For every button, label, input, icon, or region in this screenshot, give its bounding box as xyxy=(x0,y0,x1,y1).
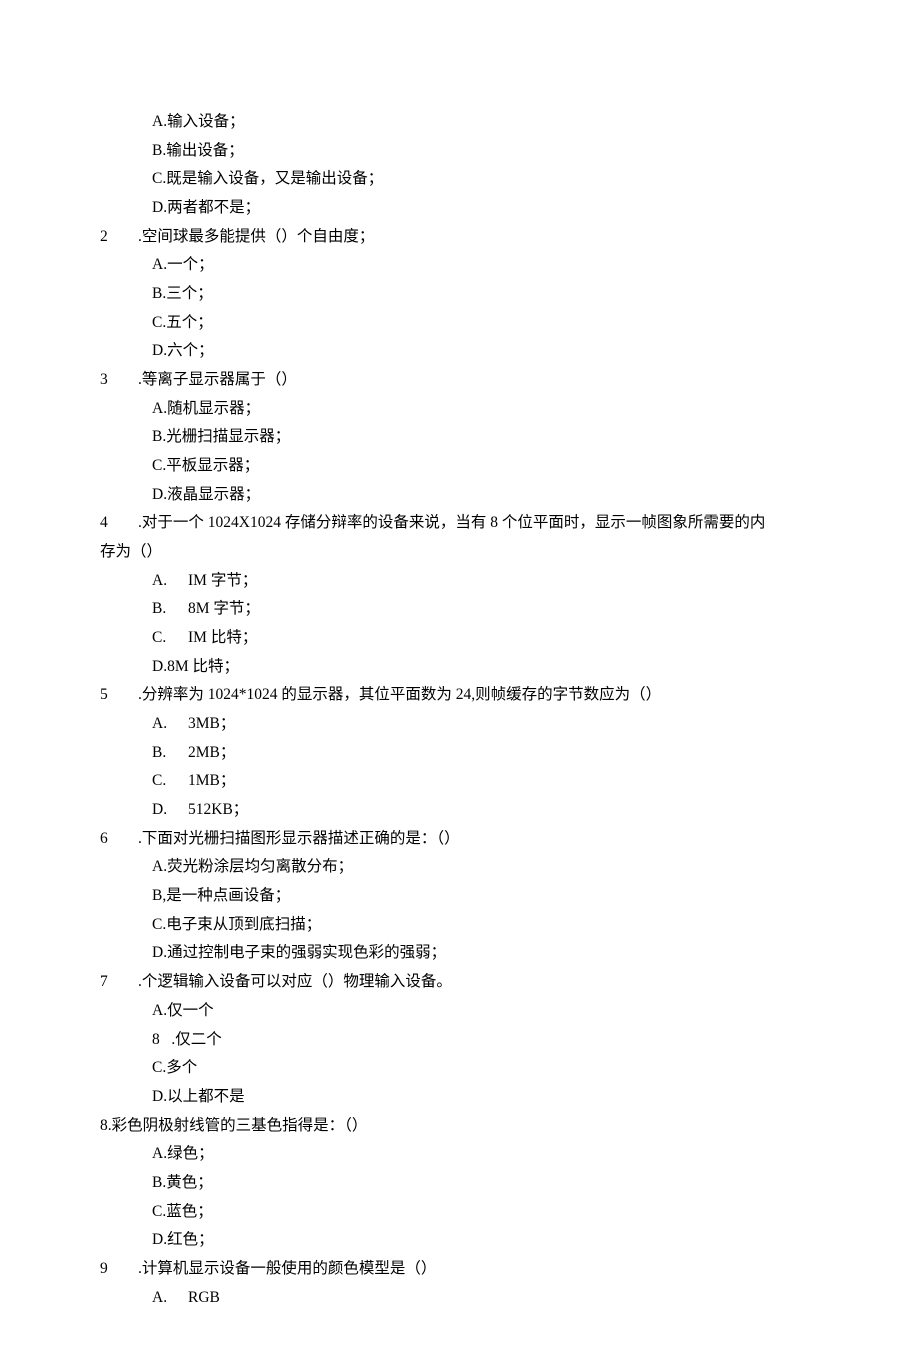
option-c: C.蓝色； xyxy=(152,1198,820,1227)
question-number: 9 xyxy=(100,1255,120,1284)
option-d: D.红色； xyxy=(152,1226,820,1255)
option-b: B.三个； xyxy=(152,280,820,309)
option-d: D.512KB； xyxy=(152,796,820,825)
option-d: D.以上都不是 xyxy=(152,1083,820,1112)
question-number: 8 xyxy=(100,1117,108,1134)
question-number: 5 xyxy=(100,681,120,710)
question-text: .分辨率为 1024*1024 的显示器，其位平面数为 24,则帧缓存的字节数应… xyxy=(138,681,820,710)
question-6: 6 .下面对光栅扫描图形显示器描述正确的是：（） xyxy=(100,825,820,854)
option-d: D.两者都不是； xyxy=(152,194,820,223)
question-4: 4 .对于一个 1024X1024 存储分辩率的设备来说，当有 8 个位平面时，… xyxy=(100,509,820,538)
question-text: .计算机显示设备一般使用的颜色模型是（） xyxy=(138,1255,820,1284)
option-a: A.荧光粉涂层均匀离散分布； xyxy=(152,853,820,882)
option-a: A.绿色； xyxy=(152,1140,820,1169)
option-a: A.输入设备； xyxy=(152,108,820,137)
option-block: A.绿色； B.黄色； C.蓝色； D.红色； xyxy=(100,1140,820,1255)
question-text: .空间球最多能提供（）个自由度； xyxy=(138,223,820,252)
question-text: .彩色阴极射线管的三基色指得是：（） xyxy=(108,1117,368,1134)
option-block: A.3MB； B.2MB； C.1MB； D.512KB； xyxy=(100,710,820,825)
option-d: D.通过控制电子束的强弱实现色彩的强弱； xyxy=(152,939,820,968)
option-block: A.IM 字节； B.8M 字节； C.IM 比特； D.8M 比特； xyxy=(100,567,820,682)
question-text: .等离子显示器属于（） xyxy=(138,366,820,395)
question-text: .下面对光栅扫描图形显示器描述正确的是：（） xyxy=(138,825,820,854)
option-c: C.1MB； xyxy=(152,767,820,796)
option-block: A.随机显示器； B.光栅扫描显示器； C.平板显示器； D.液晶显示器； xyxy=(100,395,820,510)
option-a: A.IM 字节； xyxy=(152,567,820,596)
question-number: 3 xyxy=(100,366,120,395)
question-8: 8.彩色阴极射线管的三基色指得是：（） xyxy=(100,1112,820,1141)
question-2: 2 .空间球最多能提供（）个自由度； xyxy=(100,223,820,252)
question-text: .个逻辑输入设备可以对应（）物理输入设备。 xyxy=(138,968,820,997)
option-block: A.荧光粉涂层均匀离散分布； B,是一种点画设备； C.电子束从顶到底扫描； D… xyxy=(100,853,820,968)
question-number: 2 xyxy=(100,223,120,252)
option-c: C.平板显示器； xyxy=(152,452,820,481)
question-number: 4 xyxy=(100,509,120,538)
option-a: A.一个； xyxy=(152,251,820,280)
option-d: D.六个； xyxy=(152,337,820,366)
option-block: A.一个； B.三个； C.五个； D.六个； xyxy=(100,251,820,366)
option-c: C.电子束从顶到底扫描； xyxy=(152,911,820,940)
question-number: 7 xyxy=(100,968,120,997)
option-b: B.光栅扫描显示器； xyxy=(152,423,820,452)
option-a: A.RGB xyxy=(152,1284,820,1313)
option-block: A.RGB xyxy=(100,1284,820,1313)
option-d: D.液晶显示器； xyxy=(152,481,820,510)
option-d: D.8M 比特； xyxy=(152,653,820,682)
question-9: 9 .计算机显示设备一般使用的颜色模型是（） xyxy=(100,1255,820,1284)
option-b: B.2MB； xyxy=(152,739,820,768)
option-b: 8 .仅二个 xyxy=(152,1026,820,1055)
option-c: C.IM 比特； xyxy=(152,624,820,653)
question-5: 5 .分辨率为 1024*1024 的显示器，其位平面数为 24,则帧缓存的字节… xyxy=(100,681,820,710)
option-a: A.3MB； xyxy=(152,710,820,739)
orphan-option-block: A.输入设备； B.输出设备； C.既是输入设备，又是输出设备； D.两者都不是… xyxy=(100,108,820,223)
document-page: A.输入设备； B.输出设备； C.既是输入设备，又是输出设备； D.两者都不是… xyxy=(0,0,920,1372)
option-b: B.8M 字节； xyxy=(152,595,820,624)
option-b: B,是一种点画设备； xyxy=(152,882,820,911)
option-a: A.随机显示器； xyxy=(152,395,820,424)
option-a: A.仅一个 xyxy=(152,997,820,1026)
option-c: C.既是输入设备，又是输出设备； xyxy=(152,165,820,194)
question-number: 6 xyxy=(100,825,120,854)
option-c: C.五个； xyxy=(152,309,820,338)
option-b: B.黄色； xyxy=(152,1169,820,1198)
question-7: 7 .个逻辑输入设备可以对应（）物理输入设备。 xyxy=(100,968,820,997)
option-block: A.仅一个 8 .仅二个 C.多个 D.以上都不是 xyxy=(100,997,820,1112)
question-3: 3 .等离子显示器属于（） xyxy=(100,366,820,395)
option-b: B.输出设备； xyxy=(152,137,820,166)
question-text: .对于一个 1024X1024 存储分辩率的设备来说，当有 8 个位平面时，显示… xyxy=(138,509,820,538)
question-4-cont: 存为（） xyxy=(100,538,820,567)
option-c: C.多个 xyxy=(152,1054,820,1083)
